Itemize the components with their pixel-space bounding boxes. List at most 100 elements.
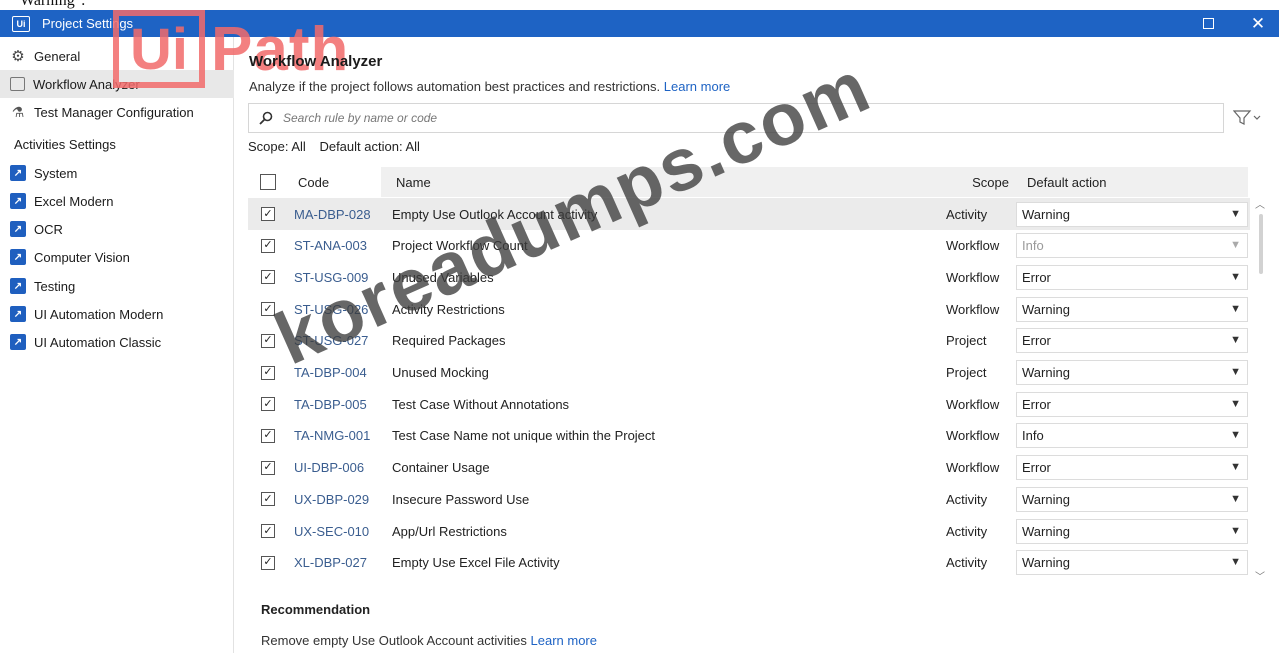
table-row[interactable]: ✓ TA-DBP-005 Test Case Without Annotations…	[248, 388, 1250, 420]
rule-enabled-checkbox[interactable]: ✓	[261, 238, 275, 253]
chevron-down-icon[interactable]: ﹀	[1255, 568, 1265, 583]
default-action-filter-label[interactable]: Default action: All	[319, 139, 419, 154]
rule-enabled-checkbox[interactable]: ✓	[261, 333, 275, 348]
sidebar-item-ocr[interactable]: ↗ OCR	[0, 215, 234, 243]
table-row[interactable]: ✓ UX-SEC-010 App/Url Restrictions Activity W…	[248, 515, 1250, 547]
default-action-select[interactable]: Warning ▼	[1016, 296, 1248, 322]
rule-enabled-checkbox[interactable]: ✓	[261, 270, 275, 285]
table-row[interactable]: ✓ ST-USG-026 Activity Restrictions Workflow…	[248, 293, 1250, 325]
scope-filter-label[interactable]: Scope: All	[248, 139, 306, 154]
learn-more-link[interactable]: Learn more	[664, 79, 730, 94]
window-titlebar: Ui Project Settings ✕	[0, 10, 1279, 37]
row-checkbox-cell: ✓	[248, 198, 288, 230]
sidebar-item-test-manager[interactable]: ⚗ Test Manager Configuration	[0, 98, 234, 126]
sidebar-item-label: OCR	[34, 221, 63, 237]
default-action-cell: Error ▼	[1016, 388, 1248, 420]
rule-enabled-checkbox[interactable]: ✓	[261, 428, 275, 443]
rule-enabled-checkbox[interactable]: ✓	[261, 492, 275, 507]
rule-scope: Activity	[946, 491, 988, 507]
default-action-value: Info	[1022, 238, 1044, 254]
sidebar-item-ui-automation-modern[interactable]: ↗ UI Automation Modern	[0, 300, 234, 328]
table-row[interactable]: ✓ MA-DBP-028 Empty Use Outlook Account act…	[248, 198, 1250, 230]
filter-summary: Scope: All Default action: All	[248, 139, 420, 154]
table-row[interactable]: ✓ UI-DBP-006 Container Usage Workflow Error ▼	[248, 452, 1250, 484]
search-input[interactable]	[283, 111, 1183, 125]
default-action-cell: Warning ▼	[1016, 483, 1248, 515]
default-action-value: Warning	[1022, 523, 1070, 539]
table-row[interactable]: ✓ XL-DBP-027 Empty Use Excel File Activity…	[248, 547, 1250, 579]
close-button[interactable]: ✕	[1238, 10, 1278, 37]
sidebar-item-computer-vision[interactable]: ↗ Computer Vision	[0, 243, 234, 271]
default-action-select[interactable]: Warning ▼	[1016, 201, 1248, 227]
uipath-studio-icon: Ui	[12, 15, 30, 32]
table-row[interactable]: ✓ ST-ANA-003 Project Workflow Count Workflo…	[248, 230, 1250, 262]
default-action-value: Warning	[1022, 491, 1070, 507]
rule-scope: Workflow	[946, 460, 1000, 476]
rule-scope: Workflow	[946, 396, 1000, 412]
rule-enabled-checkbox[interactable]: ✓	[261, 460, 275, 475]
default-action-select[interactable]: Warning ▼	[1016, 360, 1248, 385]
package-icon: ↗	[10, 306, 26, 322]
rule-enabled-checkbox[interactable]: ✓	[261, 524, 275, 538]
column-header-default-action[interactable]: Default action	[1013, 167, 1248, 197]
rule-name: Required Packages	[392, 333, 506, 349]
table-row[interactable]: ✓ TA-NMG-001 Test Case Name not unique wit…	[248, 420, 1250, 452]
table-row[interactable]: ✓ ST-USG-009 Unused Variables Workflow Error…	[248, 261, 1250, 293]
sidebar-item-excel-modern[interactable]: ↗ Excel Modern	[0, 187, 234, 215]
scrollbar-thumb[interactable]	[1259, 214, 1263, 274]
row-checkbox-cell: ✓	[248, 547, 288, 579]
column-header-name[interactable]: Name	[381, 167, 940, 197]
default-action-select[interactable]: Warning ▼	[1016, 550, 1248, 576]
filter-icon	[1233, 110, 1261, 125]
default-action-select[interactable]: Info ▼	[1016, 423, 1248, 449]
rule-name: App/Url Restrictions	[392, 523, 507, 539]
default-action-select[interactable]: Info ▼	[1016, 233, 1248, 259]
rule-enabled-checkbox[interactable]: ✓	[261, 365, 275, 380]
chevron-up-icon[interactable]: ︿	[1255, 196, 1265, 211]
page-title: Workflow Analyzer	[249, 53, 383, 70]
chevron-down-icon: ▼	[1230, 429, 1241, 442]
column-header-scope[interactable]: Scope	[940, 167, 1013, 197]
rule-enabled-checkbox[interactable]: ✓	[261, 555, 275, 570]
rule-enabled-checkbox[interactable]: ✓	[261, 302, 275, 317]
default-action-select[interactable]: Error ▼	[1016, 455, 1248, 481]
default-action-value: Error	[1022, 269, 1051, 285]
table-scrollbar[interactable]: ︿ ﹀	[1251, 192, 1271, 592]
maximize-button[interactable]	[1188, 10, 1228, 37]
rule-name: Empty Use Excel File Activity	[392, 555, 560, 571]
row-checkbox-cell: ✓	[248, 420, 288, 452]
table-row[interactable]: ✓ TA-DBP-004 Unused Mocking Project Warning ▼	[248, 357, 1250, 389]
row-checkbox-cell: ✓	[248, 325, 288, 357]
rule-code: ST-ANA-003	[294, 238, 367, 254]
package-icon: ↗	[10, 193, 26, 209]
default-action-select[interactable]: Error ▼	[1016, 328, 1248, 354]
chevron-down-icon: ▼	[1230, 492, 1241, 505]
default-action-select[interactable]: Error ▼	[1016, 391, 1248, 417]
filter-button[interactable]	[1229, 107, 1265, 129]
default-action-select[interactable]: Warning ▼	[1016, 486, 1248, 512]
rule-name: Activity Restrictions	[392, 301, 505, 317]
rule-enabled-checkbox[interactable]: ✓	[261, 207, 275, 221]
rule-code: ST-USG-026	[294, 301, 369, 317]
sidebar-item-system[interactable]: ↗ System	[0, 159, 234, 187]
recommendation-learn-more-link[interactable]: Learn more	[531, 633, 597, 648]
sidebar-item-general[interactable]: ⚙ General	[0, 42, 234, 70]
rule-code: UI-DBP-006	[294, 460, 365, 476]
rule-enabled-checkbox[interactable]: ✓	[261, 397, 275, 412]
chevron-down-icon: ▼	[1230, 461, 1241, 474]
sidebar-item-ui-automation-classic[interactable]: ↗ UI Automation Classic	[0, 328, 234, 356]
default-action-select[interactable]: Warning ▼	[1016, 518, 1248, 544]
table-row[interactable]: ✓ ST-USG-027 Required Packages Project Error…	[248, 325, 1250, 357]
table-row[interactable]: ✓ UX-DBP-029 Insecure Password Use Activity…	[248, 483, 1250, 515]
sidebar-item-testing[interactable]: ↗ Testing	[0, 272, 234, 300]
rule-search-box[interactable]	[248, 103, 1224, 133]
select-all-checkbox[interactable]	[260, 174, 276, 190]
default-action-value: Error	[1022, 333, 1051, 349]
rules-table: Code Name Scope Default action ✓ MA-DBP-0…	[248, 167, 1250, 585]
sidebar-item-label: UI Automation Modern	[34, 306, 164, 322]
package-icon: ↗	[10, 165, 26, 181]
sidebar-item-workflow-analyzer[interactable]: Workflow Analyzer	[0, 70, 234, 98]
rule-code: ST-USG-009	[294, 269, 369, 285]
default-action-select[interactable]: Error ▼	[1016, 264, 1248, 290]
column-header-code[interactable]: Code	[288, 167, 381, 197]
